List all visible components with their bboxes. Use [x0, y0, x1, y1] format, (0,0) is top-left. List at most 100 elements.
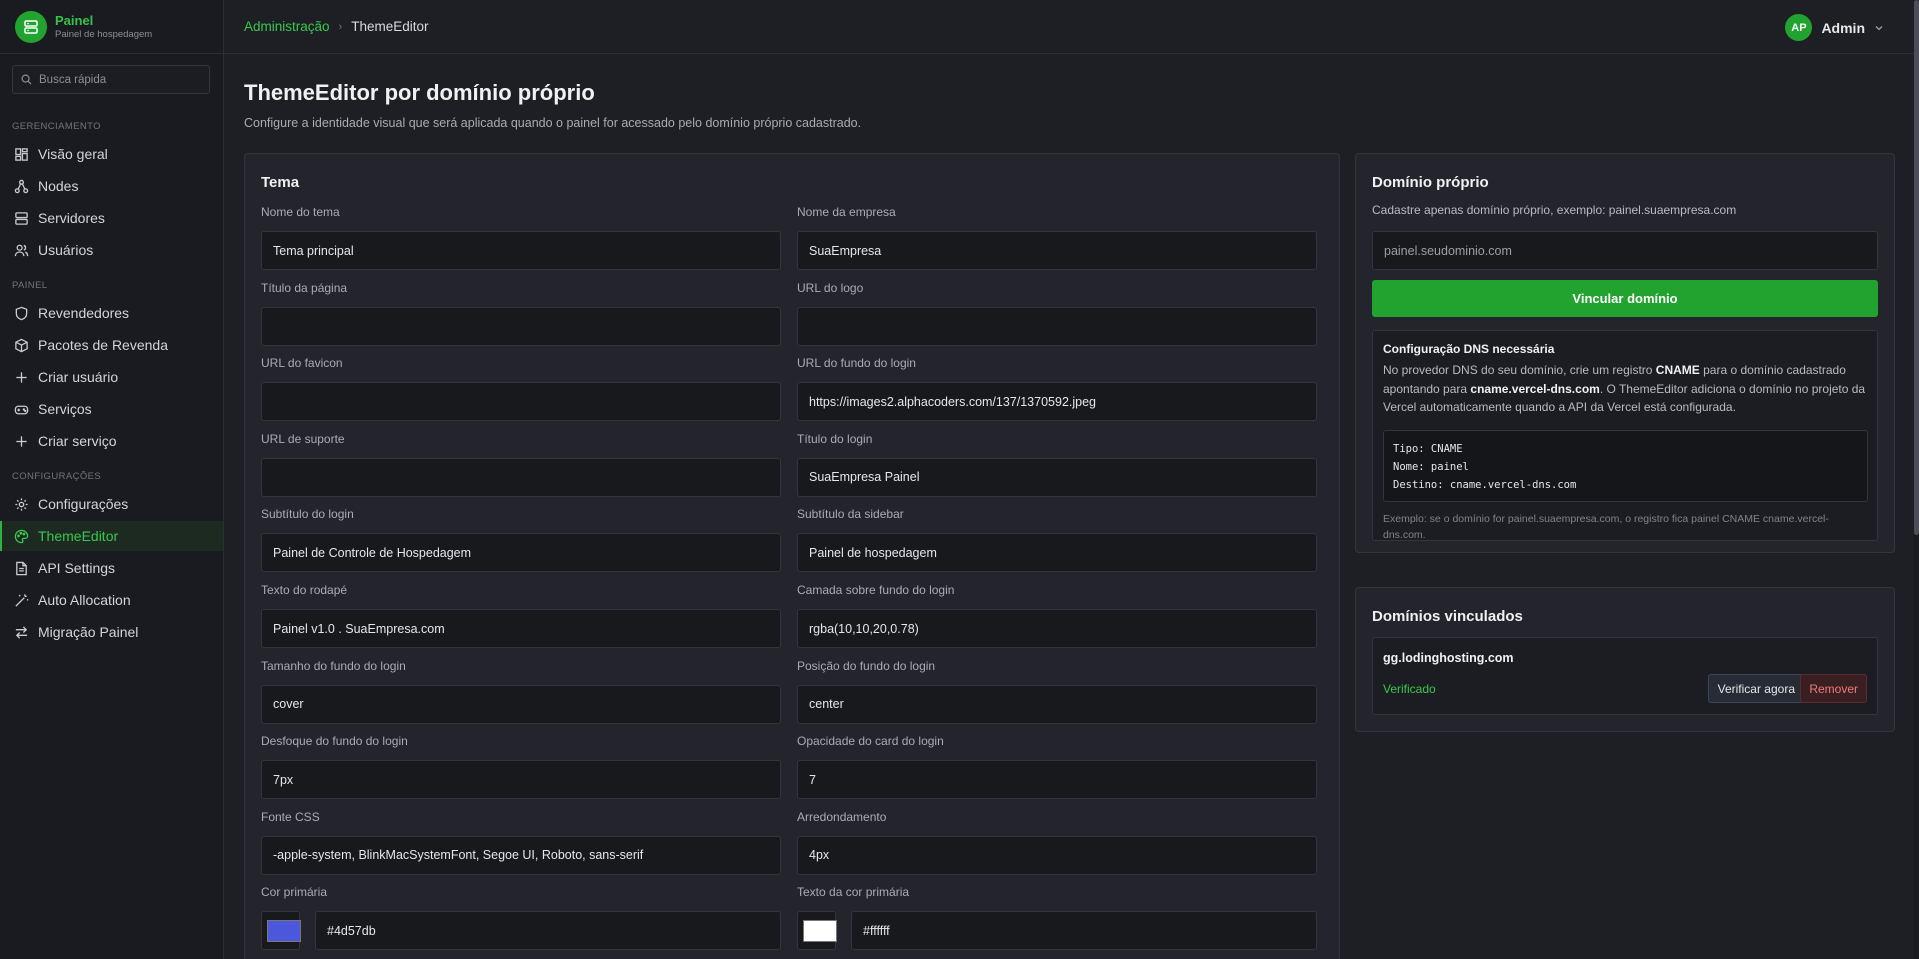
- field-9-input[interactable]: Painel de hospedagem: [797, 533, 1317, 573]
- sidebar-item-criar-servico[interactable]: Criar serviço: [0, 426, 223, 456]
- field-8-label: Subtítulo do login: [261, 507, 354, 522]
- sidebar-item-migracao-painel[interactable]: Migração Painel: [0, 617, 223, 647]
- field-19-input[interactable]: #ffffff: [851, 911, 1317, 951]
- section-label-painel: PAINEL: [12, 280, 48, 291]
- brand[interactable]: Painel Painel de hospedagem: [0, 0, 223, 54]
- user-name: Admin: [1821, 19, 1865, 36]
- dns-code-line: Nome: painel: [1393, 461, 1469, 473]
- linked-domain-item: gg.lodinghosting.com Verificado Verifica…: [1372, 637, 1878, 715]
- server-icon: [15, 211, 28, 225]
- sidebar-item-themeeditor[interactable]: ThemeEditor: [0, 521, 223, 551]
- theme-card: Tema Nome do tema Tema principal Nome da e…: [244, 153, 1340, 959]
- link-domain-button[interactable]: Vincular domínio: [1372, 280, 1878, 317]
- dns-example: Exemplo: se o domínio for painel.suaempr…: [1383, 513, 1829, 541]
- shield-icon: [15, 306, 28, 320]
- field-15-input[interactable]: 7: [797, 760, 1317, 800]
- sidebar-item-label: Nodes: [38, 178, 79, 194]
- field-13-label: Posição do fundo do login: [797, 658, 936, 673]
- color-picker[interactable]: [261, 911, 301, 951]
- sidebar-item-label: Usuários: [38, 242, 94, 258]
- field-15-label: Opacidade do card do login: [797, 734, 944, 749]
- field-4-label: URL do favicon: [261, 356, 343, 371]
- field-11-input[interactable]: rgba(10,10,20,0.78): [797, 609, 1317, 648]
- sidebar-item-label: Migração Painel: [38, 624, 139, 640]
- field-6-label: URL de suporte: [261, 431, 345, 446]
- field-17-label: Arredondamento: [797, 809, 887, 824]
- sidebar-item-revendedores[interactable]: Revendedores: [0, 298, 223, 328]
- field-16-label: Fonte CSS: [261, 809, 320, 824]
- user-menu[interactable]: AP Admin: [1785, 14, 1884, 41]
- field-14-input[interactable]: 7px: [261, 760, 781, 800]
- field-5-input[interactable]: https://images2.alphacoders.com/137/1370…: [797, 382, 1317, 422]
- sidebar-item-visao-geral[interactable]: Visão geral: [0, 139, 223, 169]
- field-9-label: Subtítulo da sidebar: [797, 507, 904, 522]
- dns-desc-text: No provedor DNS do seu domínio, crie um …: [1383, 363, 1656, 377]
- sidebar-item-configuracoes[interactable]: Configurações: [0, 489, 223, 519]
- sidebar-item-servicos[interactable]: Serviços: [0, 394, 223, 424]
- status-badge: Verificado: [1383, 682, 1436, 696]
- field-2-input[interactable]: [261, 306, 781, 346]
- remove-domain-button[interactable]: Remover: [1800, 674, 1867, 703]
- sidebar-item-label: API Settings: [38, 560, 116, 576]
- sidebar-item-pacotes-revenda[interactable]: Pacotes de Revenda: [0, 330, 223, 360]
- field-0-input[interactable]: Tema principal: [261, 231, 781, 270]
- scrollbar[interactable]: [1914, 0, 1919, 959]
- sidebar-item-criar-usuario[interactable]: Criar usuário: [0, 362, 223, 392]
- color-picker[interactable]: [797, 911, 837, 951]
- sidebar-item-label: Criar usuário: [38, 369, 119, 385]
- field-13-input[interactable]: center: [797, 684, 1317, 724]
- linked-domains-card: Domínios vinculados gg.lodinghosting.com…: [1355, 587, 1895, 732]
- gear-icon: [15, 497, 28, 511]
- sidebar-item-auto-allocation[interactable]: Auto Allocation: [0, 585, 223, 615]
- sidebar-item-nodes[interactable]: Nodes: [0, 171, 223, 201]
- breadcrumb-current: ThemeEditor: [351, 19, 429, 34]
- field-3-input[interactable]: [797, 306, 1317, 346]
- domain-card: Domínio próprio Cadastre apenas domínio …: [1355, 153, 1895, 553]
- transfer-icon: [15, 625, 28, 639]
- section-label-configuracoes: CONFIGURAÇÕES: [12, 471, 102, 482]
- dashboard-icon: [15, 147, 28, 161]
- brand-subtitle: Painel de hospedagem: [55, 28, 153, 40]
- sidebar-item-usuarios[interactable]: Usuários: [0, 235, 223, 265]
- gamepad-icon: [14, 405, 29, 414]
- users-icon: [14, 244, 29, 256]
- field-4-input[interactable]: [261, 382, 781, 422]
- field-12-input[interactable]: cover: [261, 684, 781, 724]
- field-17-input[interactable]: 4px: [797, 835, 1317, 875]
- breadcrumb-link-administracao[interactable]: Administração: [244, 19, 330, 34]
- search-input[interactable]: Busca rápida: [12, 65, 210, 94]
- dns-desc-target: cname.vercel-dns.com: [1470, 381, 1600, 396]
- page-title: ThemeEditor por domínio próprio: [244, 80, 595, 105]
- dns-code-block: Tipo: CNAME Nome: painel Destino: cname.…: [1383, 430, 1868, 502]
- field-10-input[interactable]: Painel v1.0 . SuaEmpresa.com: [261, 609, 781, 648]
- plus-icon: [16, 435, 27, 447]
- field-0-label: Nome do tema: [261, 205, 340, 219]
- scrollbar-thumb[interactable]: [1914, 0, 1919, 535]
- sidebar-item-api-settings[interactable]: API Settings: [0, 553, 223, 583]
- field-11-label: Camada sobre fundo do login: [797, 583, 955, 597]
- field-18-input[interactable]: #4d57db: [315, 911, 781, 951]
- field-16-input[interactable]: -apple-system, BlinkMacSystemFont, Segoe…: [261, 835, 781, 875]
- field-7-input[interactable]: SuaEmpresa Painel: [797, 457, 1317, 497]
- domain-input[interactable]: painel.seudominio.com: [1372, 231, 1878, 270]
- sidebar-item-servidores[interactable]: Servidores: [0, 203, 223, 233]
- search-placeholder: Busca rápida: [39, 73, 107, 86]
- avatar: AP: [1785, 14, 1813, 41]
- dns-config-title: Configuração DNS necessária: [1383, 342, 1555, 356]
- field-14-label: Desfoque do fundo do login: [261, 734, 408, 749]
- dns-desc-cname: CNAME: [1655, 363, 1700, 377]
- search-icon: [21, 74, 32, 85]
- field-5-label: URL do fundo do login: [797, 356, 916, 371]
- field-6-input[interactable]: [261, 457, 781, 497]
- field-8-input[interactable]: Painel de Controle de Hospedagem: [261, 533, 781, 573]
- document-icon: [16, 561, 27, 575]
- field-1-input[interactable]: SuaEmpresa: [797, 231, 1317, 270]
- domain-hint: Cadastre apenas domínio próprio, exemplo…: [1372, 203, 1737, 217]
- linked-domains-title: Domínios vinculados: [1372, 608, 1523, 625]
- sidebar-item-label: Revendedores: [38, 305, 130, 321]
- verify-now-button[interactable]: Verificar agora: [1707, 674, 1805, 703]
- breadcrumb-separator: ›: [338, 20, 343, 33]
- sidebar-item-label: Auto Allocation: [38, 592, 131, 608]
- field-10-label: Texto do rodapé: [261, 583, 348, 597]
- dns-config-description: No provedor DNS do seu domínio, crie um …: [1383, 361, 1867, 417]
